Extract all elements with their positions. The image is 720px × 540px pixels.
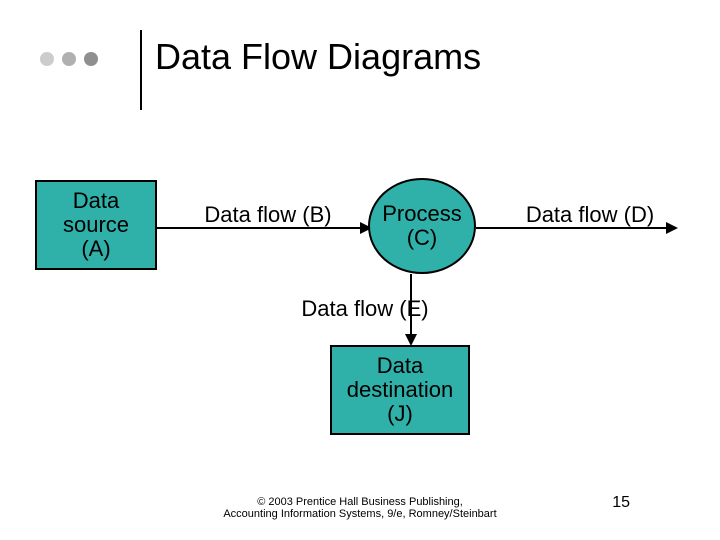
data-source-line1: Data	[73, 188, 119, 213]
data-source-line2: source	[63, 212, 129, 237]
footer-line2: Accounting Information Systems, 9/e, Rom…	[223, 508, 496, 520]
process-line2: (C)	[407, 225, 438, 250]
data-destination-line2: destination	[347, 377, 453, 402]
flow-label-b: Data flow (B)	[178, 202, 358, 228]
flow-label-d: Data flow (D)	[500, 202, 680, 228]
data-source-line3: (A)	[81, 236, 110, 261]
slide: Data Flow Diagrams Data source (A) Data …	[0, 0, 720, 540]
data-destination-line1: Data	[377, 353, 423, 378]
flow-label-e: Data flow (E)	[275, 296, 455, 322]
footer-line1: © 2003 Prentice Hall Business Publishing…	[257, 496, 463, 508]
process-line1: Process	[382, 201, 461, 226]
process-circle: Process (C)	[368, 178, 476, 274]
data-source-box: Data source (A)	[35, 180, 157, 270]
diagram-canvas: Data source (A) Data flow (B) Process (C…	[0, 0, 720, 540]
data-destination-line3: (J)	[387, 401, 413, 426]
page-number: 15	[612, 494, 630, 512]
data-destination-box: Data destination (J)	[330, 345, 470, 435]
